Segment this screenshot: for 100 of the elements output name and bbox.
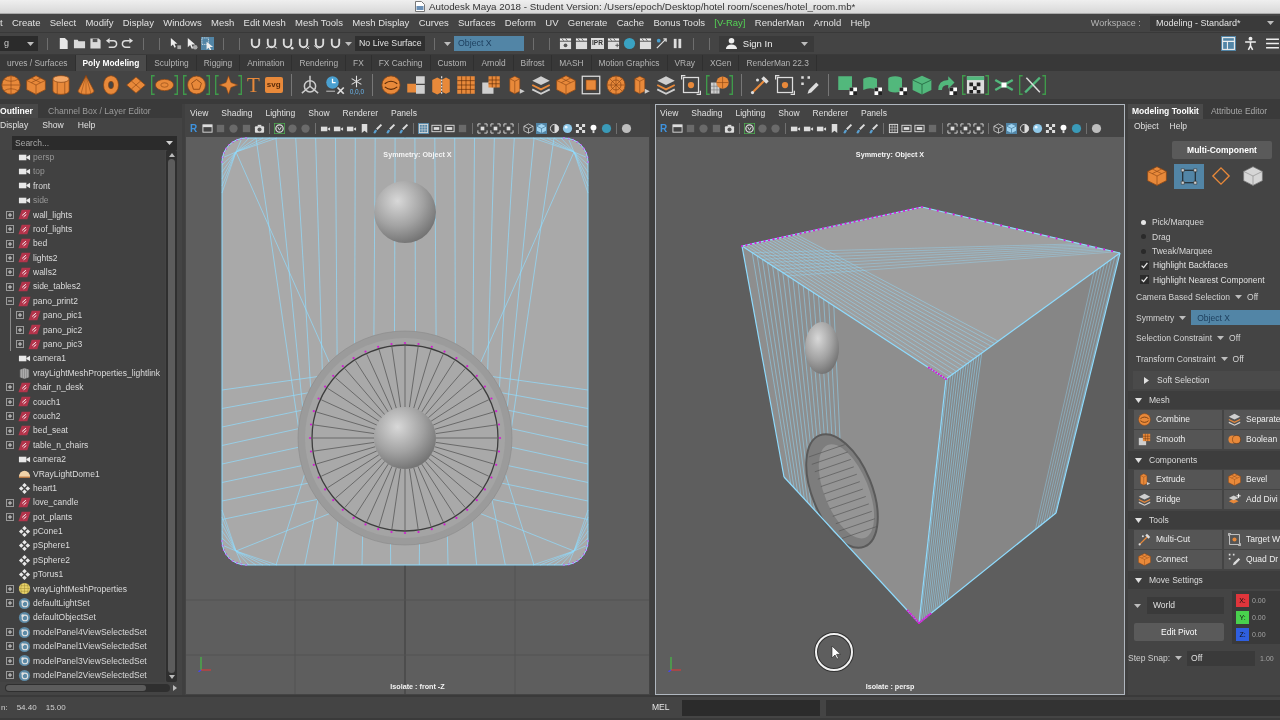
layers-icon[interactable]	[1138, 493, 1151, 507]
menu-set-dropdown[interactable]: g	[0, 36, 38, 51]
block-icon[interactable]	[506, 75, 527, 95]
outliner-item[interactable]: top	[33, 167, 45, 176]
step-snap-dropdown[interactable]: Off	[1187, 650, 1256, 666]
block-icon[interactable]	[631, 75, 652, 95]
squares-icon[interactable]	[406, 75, 427, 95]
outliner-item[interactable]: pano_pic3	[43, 340, 83, 349]
clapperboard-icon[interactable]	[606, 37, 620, 50]
menu-item[interactable]: Help	[850, 18, 871, 28]
checker-icon[interactable]	[1045, 123, 1057, 134]
plus-box-icon[interactable]	[6, 383, 14, 392]
menu-item[interactable]: t	[0, 18, 3, 28]
tool-button[interactable]: Extrude	[1134, 470, 1222, 490]
brush-icon[interactable]	[398, 123, 410, 134]
outliner-item[interactable]: bed_seat	[33, 426, 68, 435]
frame-icon[interactable]	[947, 123, 959, 134]
triangle-up-icon[interactable]	[168, 153, 175, 157]
layers-icon[interactable]	[1228, 413, 1241, 427]
caret-icon[interactable]	[1220, 356, 1228, 361]
menu-item[interactable]: Renderer	[342, 108, 378, 118]
tool-button[interactable]: Multi-Cut	[1134, 530, 1222, 550]
caret-icon[interactable]	[444, 41, 451, 46]
camera-icon[interactable]	[724, 123, 736, 134]
outliner-item[interactable]: lights2	[33, 253, 58, 263]
brush-icon[interactable]	[372, 123, 384, 134]
caret-icon[interactable]	[27, 41, 34, 46]
shelf-tab[interactable]: RenderMan 22.3	[739, 55, 817, 71]
menu-item[interactable]: Help	[77, 121, 96, 130]
mode-button[interactable]: Multi-Component	[1172, 141, 1272, 159]
plus-box-icon[interactable]	[16, 311, 24, 320]
shelf-tab[interactable]: XGen	[703, 55, 740, 71]
menu-item[interactable]: Create	[11, 18, 41, 28]
cube-icon[interactable]	[536, 123, 548, 134]
outliner-item[interactable]: pano_pic2	[43, 325, 83, 335]
magnet-icon[interactable]	[329, 37, 342, 50]
outliner-item[interactable]: side_tables2	[33, 282, 81, 291]
section-header[interactable]: Soft Selection	[1133, 371, 1280, 390]
outliner-item[interactable]: pot_plants	[33, 512, 73, 522]
plus-box-icon[interactable]	[6, 642, 14, 651]
frame-icon[interactable]	[1228, 533, 1241, 547]
plus-box-icon[interactable]	[16, 325, 24, 334]
grid-icon[interactable]	[1138, 433, 1151, 447]
shelf-tab[interactable]: Custom	[430, 55, 475, 71]
magnet-icon[interactable]	[313, 37, 326, 50]
menu-item[interactable]: Arnold	[813, 18, 842, 28]
workspace-dropdown[interactable]: Modeling - Standard*	[1150, 15, 1280, 31]
folder-icon[interactable]	[73, 37, 86, 50]
frame-icon[interactable]	[775, 75, 796, 95]
disc-stack-icon[interactable]	[1138, 413, 1151, 427]
outliner-item[interactable]: camera2	[33, 455, 67, 464]
text-tool-button[interactable]: T	[247, 75, 260, 95]
cube-icon[interactable]	[912, 75, 933, 95]
outliner-item[interactable]: pSphere1	[33, 541, 70, 550]
svg-tool-button[interactable]: svg	[264, 77, 283, 93]
tool-button[interactable]: Bevel	[1224, 470, 1280, 490]
plus-box-icon[interactable]	[6, 584, 14, 593]
cube-icon[interactable]	[1228, 473, 1241, 487]
checker-block-icon[interactable]	[862, 75, 883, 95]
plus-box-icon[interactable]	[6, 671, 14, 680]
outliner-item[interactable]: camera1	[33, 354, 67, 363]
plus-box-icon[interactable]	[6, 426, 14, 435]
wheel-icon[interactable]	[606, 75, 627, 95]
menu-item[interactable]: Mesh Tools	[295, 18, 343, 28]
outliner-item[interactable]: pCone1	[33, 527, 63, 536]
menu-item[interactable]: Shading	[691, 108, 723, 118]
radio-button[interactable]	[1141, 248, 1146, 254]
circle-v-icon[interactable]	[744, 123, 756, 134]
rectangle-icon[interactable]	[431, 123, 443, 134]
brush-icon[interactable]	[385, 123, 397, 134]
menu-item[interactable]: Select	[49, 18, 77, 28]
sphere-icon[interactable]	[621, 123, 633, 134]
outliner-item[interactable]: defaultObjectSet	[33, 613, 96, 622]
triangle-down-icon[interactable]	[1135, 576, 1142, 584]
menu-item[interactable]: Curves	[418, 18, 449, 28]
rectangle-icon[interactable]	[914, 123, 926, 134]
section-header[interactable]: Move Settings	[1128, 571, 1280, 590]
caret-icon[interactable]	[1267, 21, 1274, 25]
shelf-tab[interactable]: VRay	[667, 55, 703, 71]
half-circle-icon[interactable]	[1019, 123, 1031, 134]
search-field[interactable]: Search...	[12, 136, 177, 150]
panel-tab[interactable]: Channel Box / Layer Editor	[41, 104, 155, 118]
cube-icon[interactable]	[1006, 123, 1018, 134]
menu-item[interactable]: Shading	[221, 108, 253, 118]
outliner-item[interactable]: pSphere2	[33, 555, 70, 565]
hammer-icon[interactable]	[750, 75, 771, 95]
triangle-down-icon[interactable]	[168, 675, 175, 679]
panel-tab[interactable]: Outliner	[0, 104, 38, 118]
menu-item[interactable]: Lighting	[735, 108, 766, 118]
menu-item[interactable]: Deform	[504, 18, 536, 28]
sphere-icon[interactable]	[562, 123, 574, 134]
tool-button[interactable]: Separate	[1224, 410, 1280, 430]
plus-box-icon[interactable]	[6, 498, 14, 507]
pencil-icon[interactable]	[800, 75, 821, 95]
menu-item[interactable]: Edit Mesh	[243, 18, 286, 28]
caret-icon[interactable]	[1134, 603, 1141, 608]
magnet-icon[interactable]	[249, 37, 262, 50]
sphere-icon[interactable]	[1, 75, 21, 95]
edit-pivot-button[interactable]: Edit Pivot	[1134, 623, 1224, 642]
menu-item[interactable]: [V-Ray]	[714, 18, 746, 28]
